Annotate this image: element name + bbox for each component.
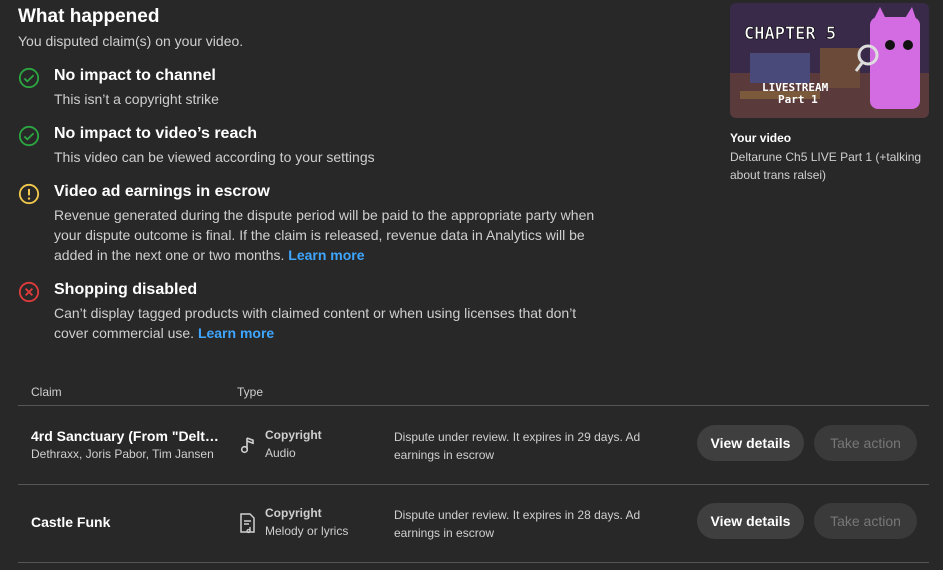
claim-status: Dispute under review. It expires in 28 d… bbox=[394, 508, 641, 540]
take-action-button[interactable]: Take action bbox=[814, 425, 917, 461]
claim-status: Dispute under review. It expires in 29 d… bbox=[394, 430, 641, 462]
impact-desc: This isn’t a copyright strike bbox=[54, 91, 219, 107]
claim-name[interactable]: Castle Funk bbox=[31, 514, 231, 530]
impact-item: Video ad earnings in escrow Revenue gene… bbox=[18, 183, 608, 267]
impact-desc: This video can be viewed according to yo… bbox=[54, 149, 375, 165]
take-action-button[interactable]: Take action bbox=[814, 503, 917, 539]
impact-title: Video ad earnings in escrow bbox=[54, 183, 270, 200]
impact-desc: Revenue generated during the dispute per… bbox=[54, 207, 595, 263]
warning-circle-icon bbox=[18, 183, 40, 205]
impact-item: Shopping disabled Can’t display tagged p… bbox=[18, 281, 608, 345]
thumb-sub2: Part 1 bbox=[778, 93, 818, 106]
claim-type: Copyright bbox=[265, 428, 322, 442]
claim-subtype: Audio bbox=[265, 446, 296, 460]
thumb-title: CHAPTER 5 bbox=[744, 24, 836, 44]
impact-desc: Can’t display tagged products with claim… bbox=[54, 305, 577, 341]
impact-title: Shopping disabled bbox=[54, 281, 198, 298]
claim-row: 4rd Sanctuary (From "Deltarune Chapter 4… bbox=[18, 406, 929, 484]
lyrics-document-icon bbox=[238, 512, 258, 534]
claim-artists: Dethraxx, Joris Pabor, Tim Jansen bbox=[31, 447, 214, 461]
video-thumbnail[interactable]: CHAPTER 5 LIVESTREAM Part 1 bbox=[730, 3, 929, 118]
page-title: What happened bbox=[18, 6, 160, 27]
learn-more-link[interactable]: Learn more bbox=[288, 247, 364, 263]
claim-subtype: Melody or lyrics bbox=[265, 524, 349, 538]
music-note-icon bbox=[238, 434, 258, 456]
impact-item: No impact to video’s reach This video ca… bbox=[18, 125, 608, 169]
x-circle-icon bbox=[18, 281, 40, 303]
view-details-button[interactable]: View details bbox=[697, 425, 804, 461]
claim-type: Copyright bbox=[265, 506, 322, 520]
impact-title: No impact to video’s reach bbox=[54, 125, 258, 142]
column-header-claim: Claim bbox=[31, 385, 62, 399]
check-circle-icon bbox=[18, 125, 40, 147]
divider bbox=[18, 562, 929, 563]
page-subtitle: You disputed claim(s) on your video. bbox=[18, 33, 244, 49]
column-header-type: Type bbox=[237, 385, 264, 399]
claim-row: Castle Funk Copyright Melody or lyrics D… bbox=[18, 484, 929, 562]
impact-item: No impact to channel This isn’t a copyri… bbox=[18, 67, 608, 111]
video-title[interactable]: Deltarune Ch5 LIVE Part 1 (+talking abou… bbox=[730, 148, 930, 184]
view-details-button[interactable]: View details bbox=[697, 503, 804, 539]
claim-name[interactable]: 4rd Sanctuary (From "Deltarune Chapter 4… bbox=[31, 428, 226, 444]
impact-title: No impact to channel bbox=[54, 67, 216, 84]
check-circle-icon bbox=[18, 67, 40, 89]
your-video-label: Your video bbox=[730, 131, 792, 145]
thumbnail-art: CHAPTER 5 LIVESTREAM Part 1 bbox=[730, 3, 929, 118]
learn-more-link[interactable]: Learn more bbox=[198, 325, 274, 341]
